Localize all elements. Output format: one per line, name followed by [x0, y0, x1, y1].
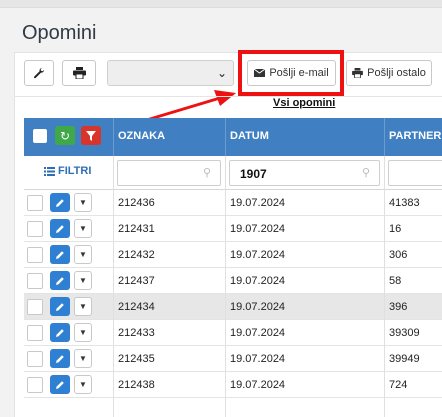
- cell-datum: 19.07.2024: [230, 275, 286, 287]
- caret-down-icon: ▼: [79, 328, 87, 337]
- cell-partner: 396: [389, 301, 408, 313]
- pencil-icon: [56, 250, 64, 259]
- search-icon: ⚲: [362, 167, 371, 179]
- row-checkbox[interactable]: [27, 221, 43, 237]
- column-header-partner[interactable]: PARTNER: [389, 130, 441, 142]
- table-row[interactable]: ▼ 212435 19.07.2024 39949: [24, 346, 442, 372]
- row-menu-button[interactable]: ▼: [74, 323, 92, 342]
- row-checkbox[interactable]: [27, 325, 43, 341]
- cell-oznaka: 212436: [118, 197, 155, 209]
- pencil-icon: [56, 276, 64, 285]
- cell-oznaka: 212435: [118, 353, 155, 365]
- caret-down-icon: ▼: [79, 380, 87, 389]
- header-divider: [384, 118, 385, 156]
- select-all-checkbox[interactable]: [33, 129, 47, 143]
- pencil-icon: [56, 224, 64, 233]
- cell-partner: 39309: [389, 327, 420, 339]
- tab-underline: [14, 96, 442, 97]
- column-divider: [225, 156, 226, 190]
- pencil-icon: [56, 354, 64, 363]
- filter-input-partner[interactable]: [388, 160, 442, 186]
- tab-all-reminders[interactable]: Vsi opomini: [273, 97, 335, 109]
- cell-partner: 58: [389, 275, 402, 287]
- cell-partner: 41383: [389, 197, 420, 209]
- filter-icon: [86, 130, 96, 141]
- cell-oznaka: 212434: [118, 301, 155, 313]
- cell-datum: 19.07.2024: [230, 301, 286, 313]
- filters-toggle[interactable]: FILTRI: [44, 165, 91, 177]
- edit-button[interactable]: [50, 349, 70, 368]
- cell-oznaka: 212431: [118, 223, 155, 235]
- edit-button[interactable]: [50, 271, 70, 290]
- row-checkbox[interactable]: [27, 351, 43, 367]
- caret-down-icon: ▼: [79, 302, 87, 311]
- row-checkbox[interactable]: [27, 377, 43, 393]
- row-menu-button[interactable]: ▼: [74, 271, 92, 290]
- pencil-icon: [56, 198, 64, 207]
- edit-button[interactable]: [50, 375, 70, 394]
- cell-datum: 19.07.2024: [230, 327, 286, 339]
- cell-datum: 19.07.2024: [230, 379, 286, 391]
- row-menu-button[interactable]: ▼: [74, 193, 92, 212]
- clear-filter-button[interactable]: [81, 126, 101, 145]
- edit-button[interactable]: [50, 245, 70, 264]
- filters-label: FILTRI: [58, 165, 92, 177]
- header-divider: [225, 118, 226, 156]
- edit-button[interactable]: [50, 297, 70, 316]
- cell-oznaka: 212438: [118, 379, 155, 391]
- caret-down-icon: ▼: [79, 198, 87, 207]
- pencil-icon: [56, 380, 64, 389]
- filter-input-datum[interactable]: 1907: [229, 160, 380, 186]
- row-menu-button[interactable]: ▼: [74, 297, 92, 316]
- column-divider: [384, 190, 385, 417]
- row-checkbox[interactable]: [27, 195, 43, 211]
- caret-down-icon: ▼: [79, 354, 87, 363]
- refresh-button[interactable]: ↻: [55, 126, 75, 145]
- cell-datum: 19.07.2024: [230, 353, 286, 365]
- edit-button[interactable]: [50, 219, 70, 238]
- cell-oznaka: 212433: [118, 327, 155, 339]
- column-header-datum[interactable]: DATUM: [230, 130, 269, 142]
- cell-partner: 724: [389, 379, 408, 391]
- pencil-icon: [56, 302, 64, 311]
- cell-oznaka: 212432: [118, 249, 155, 261]
- caret-down-icon: ▼: [79, 250, 87, 259]
- cell-partner: 16: [389, 223, 402, 235]
- cell-partner: 306: [389, 249, 408, 261]
- search-icon: ⚲: [203, 167, 212, 179]
- table-row[interactable]: ▼ 212438 19.07.2024 724: [24, 372, 442, 398]
- row-menu-button[interactable]: ▼: [74, 349, 92, 368]
- column-divider: [113, 156, 114, 190]
- row-menu-button[interactable]: ▼: [74, 245, 92, 264]
- cell-datum: 19.07.2024: [230, 223, 286, 235]
- cell-partner: 39949: [389, 353, 420, 365]
- row-checkbox[interactable]: [27, 299, 43, 315]
- edit-button[interactable]: [50, 323, 70, 342]
- row-checkbox[interactable]: [27, 247, 43, 263]
- pencil-icon: [56, 328, 64, 337]
- column-header-oznaka[interactable]: OZNAKA: [118, 130, 165, 142]
- column-divider: [113, 190, 114, 417]
- caret-down-icon: ▼: [79, 224, 87, 233]
- edit-button[interactable]: [50, 193, 70, 212]
- header-divider: [113, 118, 114, 156]
- table-row[interactable]: ▼ 212437 19.07.2024 58: [24, 268, 442, 294]
- refresh-icon: ↻: [59, 128, 71, 143]
- cell-datum: 19.07.2024: [230, 197, 286, 209]
- table-row[interactable]: ▼ 212434 19.07.2024 396: [24, 294, 442, 320]
- list-icon: [44, 166, 55, 176]
- column-divider: [225, 190, 226, 417]
- caret-down-icon: ▼: [79, 276, 87, 285]
- table-row[interactable]: ▼ 212436 19.07.2024 41383: [24, 190, 442, 216]
- column-divider: [384, 156, 385, 190]
- row-menu-button[interactable]: ▼: [74, 375, 92, 394]
- table-row[interactable]: ▼ 212432 19.07.2024 306: [24, 242, 442, 268]
- table-row[interactable]: ▼ 212433 19.07.2024 39309: [24, 320, 442, 346]
- table-row[interactable]: ▼ 212431 19.07.2024 16: [24, 216, 442, 242]
- row-checkbox[interactable]: [27, 273, 43, 289]
- row-menu-button[interactable]: ▼: [74, 219, 92, 238]
- cell-oznaka: 212437: [118, 275, 155, 287]
- cell-datum: 19.07.2024: [230, 249, 286, 261]
